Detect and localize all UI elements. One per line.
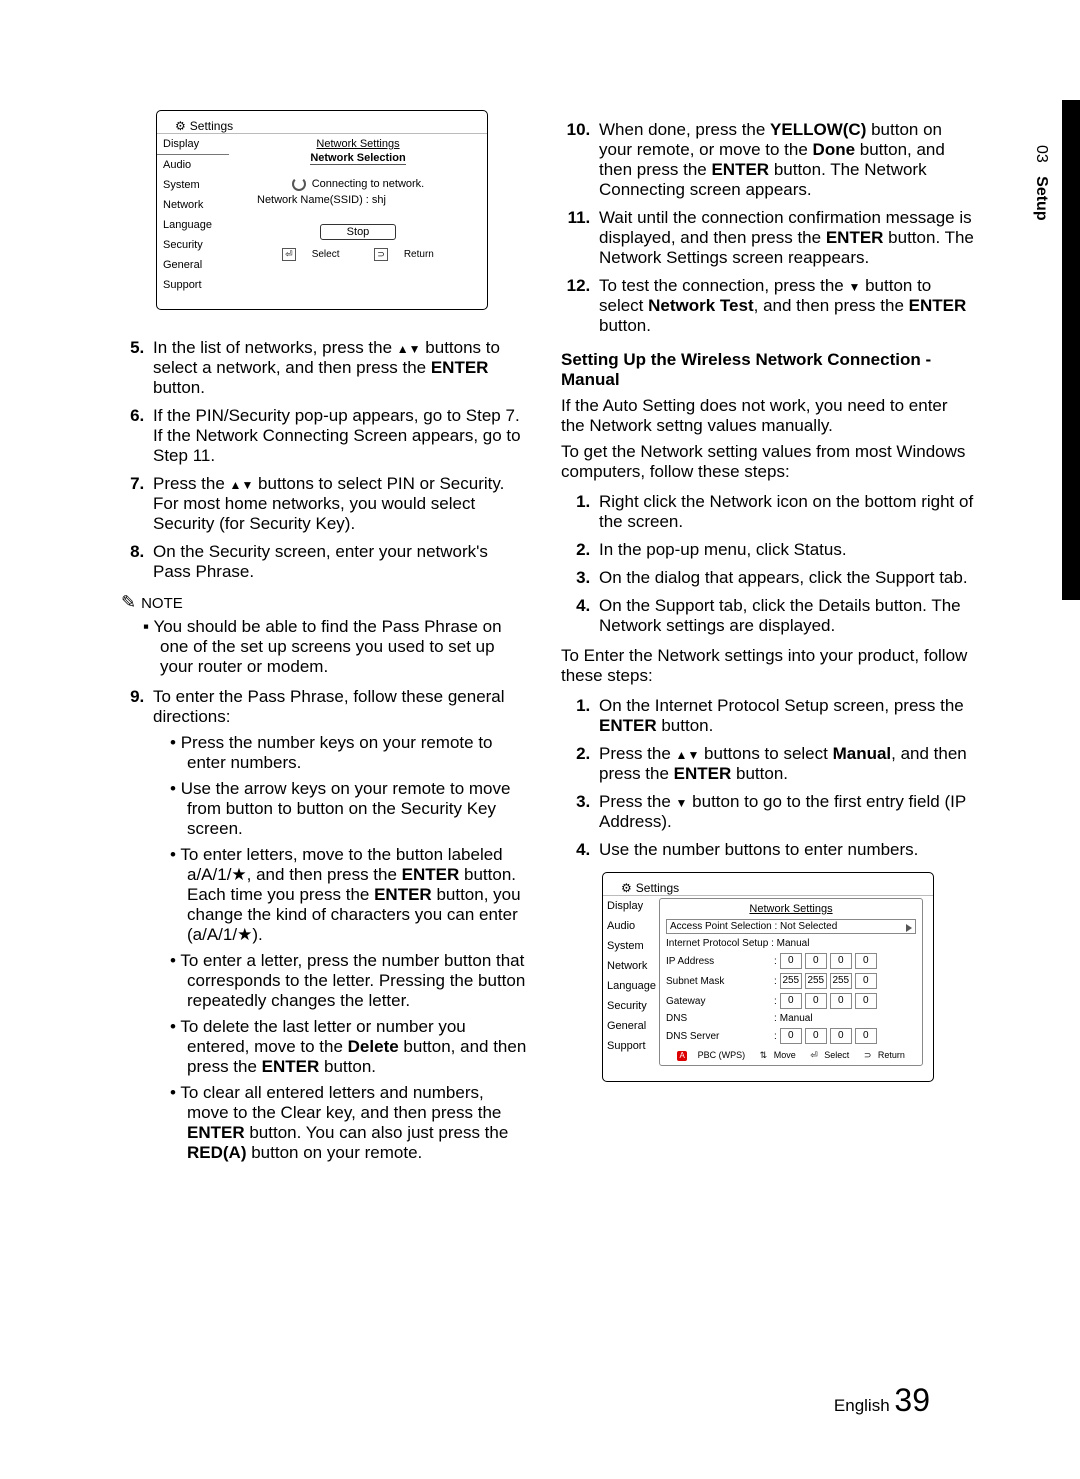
page-footer: English 39 [834, 1382, 930, 1419]
left-column: ⚙ Settings Display Audio System Network L… [115, 110, 529, 1173]
bullet-1: Press the number keys on your remote to … [170, 733, 529, 773]
dns-row: DNS:Manual [666, 1013, 916, 1024]
down-arrow-icon [687, 744, 699, 763]
manual-steps-enter: On the Internet Protocol Setup screen, p… [561, 696, 975, 860]
bullet-3: To enter letters, move to the button lab… [170, 845, 529, 945]
sidebar-general: General [157, 255, 229, 275]
red-a-icon: A [677, 1051, 687, 1061]
step-12: To test the connection, press the button… [595, 276, 975, 336]
gateway-row: Gateway: 0000 [666, 993, 916, 1009]
enter-icon: ⏎ [282, 248, 296, 261]
stop-button: Stop [320, 224, 397, 240]
panel-subtitle: Network Selection [310, 152, 405, 165]
estep-2: Press the buttons to select Manual, and … [595, 744, 975, 784]
settings-sidebar: Display Audio System Network Language Se… [603, 896, 659, 1068]
chapter-label: 03 Setup [1032, 145, 1050, 221]
bullet-4: To enter a letter, press the number butt… [170, 951, 529, 1011]
sidebar-language: Language [157, 215, 229, 235]
mstep-2: In the pop-up menu, click Status. [595, 540, 975, 560]
manual-setup-heading: Setting Up the Wireless Network Connecti… [561, 350, 975, 390]
access-point-selection: Access Point Selection : Not Selected [666, 919, 916, 934]
sidebar-display: Display [157, 134, 229, 155]
settings-sidebar: Display Audio System Network Language Se… [157, 134, 229, 295]
down-arrow-icon [676, 792, 688, 811]
dns-server-row: DNS Server: 0000 [666, 1028, 916, 1044]
settings-title: Settings [636, 881, 679, 895]
bullet-6: To clear all entered letters and numbers… [170, 1083, 529, 1163]
right-column: When done, press the YELLOW(C) button on… [561, 110, 975, 1173]
step-5: In the list of networks, press the butto… [149, 338, 529, 398]
bullet-5: To delete the last letter or number you … [170, 1017, 529, 1077]
connecting-text: Connecting to network. [312, 178, 425, 190]
manual-p2: To get the Network setting values from m… [561, 442, 975, 482]
estep-3: Press the button to go to the first entr… [595, 792, 975, 832]
subnet-mask-row: Subnet Mask: 2552552550 [666, 973, 916, 989]
manual-steps-windows: Right click the Network icon on the bott… [561, 492, 975, 636]
step-6: If the PIN/Security pop-up appears, go t… [149, 406, 529, 466]
tv2-footer: A PBC (WPS) ⇅ Move ⏎ Select ⊃ Return [666, 1050, 916, 1061]
step-10: When done, press the YELLOW(C) button on… [595, 120, 975, 200]
estep-1: On the Internet Protocol Setup screen, p… [595, 696, 975, 736]
sidebar-security: Security [157, 235, 229, 255]
mstep-1: Right click the Network icon on the bott… [595, 492, 975, 532]
ip-address-row: IP Address: 0000 [666, 953, 916, 969]
down-arrow-icon [409, 338, 421, 357]
step-11: Wait until the connection confirmation m… [595, 208, 975, 268]
settings-title: Settings [190, 119, 233, 133]
sidebar-network: Network [157, 195, 229, 215]
estep-4: Use the number buttons to enter numbers. [595, 840, 975, 860]
note-body: You should be able to find the Pass Phra… [143, 617, 529, 677]
panel-title: Network Settings [237, 138, 479, 150]
bullet-2: Use the arrow keys on your remote to mov… [170, 779, 529, 839]
foot-return: Return [404, 249, 434, 260]
network-selection-screenshot: ⚙ Settings Display Audio System Network L… [156, 110, 488, 310]
note-heading: NOTE [121, 592, 529, 613]
chapter-section: Setup [1033, 176, 1050, 220]
step-7: Press the buttons to select PIN or Secur… [149, 474, 529, 534]
chapter-number: 03 [1033, 145, 1050, 163]
sidebar-audio: Audio [157, 155, 229, 175]
return-icon: ⊃ [374, 248, 388, 261]
manual-p1: If the Auto Setting does not work, you n… [561, 396, 975, 436]
down-arrow-icon [241, 474, 253, 493]
mstep-3: On the dialog that appears, click the Su… [595, 568, 975, 588]
steps-list-5to9: In the list of networks, press the butto… [115, 338, 529, 582]
step-9: To enter the Pass Phrase, follow these g… [115, 687, 529, 1163]
spinner-icon [292, 177, 306, 191]
step-8: On the Security screen, enter your netwo… [149, 542, 529, 582]
up-arrow-icon [397, 338, 409, 357]
ip-setup-mode: Internet Protocol Setup : Manual [666, 938, 916, 949]
manual-network-screenshot: ⚙ Settings Display Audio System Network L… [602, 872, 934, 1082]
step-9-bullets: Press the number keys on your remote to … [153, 733, 529, 1163]
ssid-text: Network Name(SSID) : shj [257, 194, 479, 206]
right-arrow-icon [906, 924, 912, 932]
sidebar-system: System [157, 175, 229, 195]
mstep-4: On the Support tab, click the Details bu… [595, 596, 975, 636]
up-arrow-icon [230, 474, 242, 493]
manual-p3: To Enter the Network settings into your … [561, 646, 975, 686]
foot-select: Select [312, 249, 340, 260]
up-arrow-icon [676, 744, 688, 763]
gear-icon: ⚙ [621, 881, 632, 895]
panel-title: Network Settings [666, 903, 916, 915]
page-number: 39 [894, 1382, 930, 1418]
down-arrow-icon [848, 276, 860, 295]
steps-list-10to12: When done, press the YELLOW(C) button on… [561, 120, 975, 336]
chapter-tab [1062, 100, 1080, 600]
footer-language: English [834, 1396, 890, 1415]
sidebar-support: Support [157, 275, 229, 295]
gear-icon: ⚙ [175, 119, 186, 133]
